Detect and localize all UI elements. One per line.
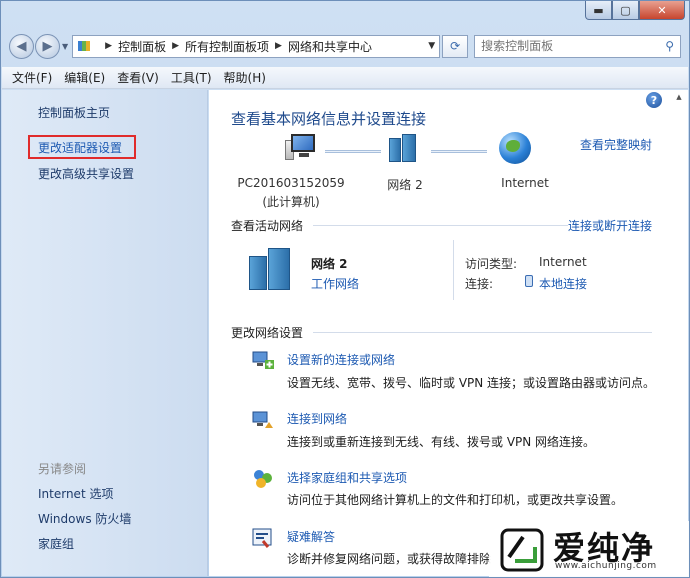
control-panel-icon [77, 39, 93, 53]
menu-tools[interactable]: 工具(T) [171, 69, 212, 86]
access-type-value: Internet [539, 255, 587, 269]
watermark-url: www.aichunjing.com [555, 561, 657, 571]
sidebar-item-advanced-sharing[interactable]: 更改高级共享设置 [38, 165, 134, 182]
task-connect-network-desc: 连接到或重新连接到无线、有线、拨号或 VPN 网络连接。 [287, 435, 596, 449]
task-troubleshoot-link[interactable]: 疑难解答 [287, 528, 335, 545]
view-full-map-link[interactable]: 查看完整映射 [580, 136, 652, 153]
breadcrumb-arrow-icon[interactable]: ▶ [172, 41, 179, 51]
connect-network-icon [252, 411, 273, 428]
maximize-button[interactable]: ▢ [612, 1, 639, 20]
computer-name-label: PC201603152059 [237, 176, 345, 190]
local-connection-link[interactable]: 本地连接 [539, 275, 587, 292]
address-dropdown-icon[interactable]: ▼ [428, 41, 435, 51]
computer-sub-label: (此计算机) [262, 195, 320, 209]
refresh-button[interactable]: ⟳ [442, 34, 469, 58]
address-bar[interactable]: ▶ 控制面板 ▶ 所有控制面板项 ▶ 网络和共享中心 ▼ [72, 34, 441, 58]
homegroup-icon [254, 470, 272, 488]
menu-view[interactable]: 查看(V) [117, 69, 159, 86]
active-network-name: 网络 2 [311, 257, 348, 271]
see-also-internet-options[interactable]: Internet 选项 [38, 485, 113, 502]
page-title: 查看基本网络信息并设置连接 [231, 110, 427, 128]
search-box[interactable]: ⚲ [474, 34, 681, 58]
task-homegroup-desc: 访问位于其他网络计算机上的文件和打印机，或更改共享设置。 [287, 493, 624, 507]
vertical-divider [453, 240, 454, 300]
sidebar: 控制面板主页 更改适配器设置 更改高级共享设置 另请参阅 Internet 选项… [2, 90, 208, 576]
breadcrumb-control-panel[interactable]: 控制面板 [118, 38, 166, 55]
scroll-up-arrow-icon[interactable]: ▲ [672, 90, 686, 104]
see-also-heading: 另请参阅 [38, 462, 87, 476]
breadcrumb-arrow-icon[interactable]: ▶ [275, 41, 282, 51]
connect-disconnect-link[interactable]: 连接或断开连接 [568, 217, 652, 234]
search-icon[interactable]: ⚲ [665, 39, 674, 53]
back-button[interactable]: ◀ [9, 33, 34, 59]
change-settings-heading: 更改网络设置 [231, 326, 304, 340]
breadcrumb-network-center[interactable]: 网络和共享中心 [288, 38, 372, 55]
watermark-logo-icon [500, 528, 544, 572]
ethernet-connection-icon [525, 275, 533, 287]
internet-label: Internet [501, 176, 549, 190]
computer-icon [285, 132, 315, 162]
network-label: 网络 2 [387, 178, 423, 192]
main-content: ▲ ? 查看基本网络信息并设置连接 查看完整映射 PC201603152059 … [209, 90, 688, 576]
task-setup-new-connection-desc: 设置无线、宽带、拨号、临时或 VPN 连接；或设置路由器或访问点。 [287, 376, 656, 390]
navigation-bar: ◀ ▶ ▼ ▶ 控制面板 ▶ 所有控制面板项 ▶ 网络和共享中心 ▼ ⟳ ⚲ [9, 29, 681, 63]
breadcrumb-arrow-icon[interactable]: ▶ [105, 41, 112, 51]
network-icon [389, 134, 419, 162]
troubleshoot-icon [252, 528, 272, 548]
recent-pages-dropdown-icon[interactable]: ▼ [62, 42, 68, 51]
search-input[interactable] [481, 39, 666, 53]
map-connector-line [325, 150, 381, 153]
window-caption-buttons: ▬ ▢ ✕ [585, 1, 685, 21]
menu-edit[interactable]: 编辑(E) [64, 69, 105, 86]
task-homegroup-link[interactable]: 选择家庭组和共享选项 [287, 469, 407, 486]
section-divider [313, 225, 568, 226]
task-troubleshoot-desc: 诊断并修复网络问题，或获得故障排除 [287, 552, 492, 566]
sidebar-control-panel-home[interactable]: 控制面板主页 [38, 104, 110, 121]
map-connector-line [431, 150, 487, 153]
watermark: 爱纯净 www.aichunjing.com [489, 521, 689, 577]
menu-help[interactable]: 帮助(H) [224, 69, 266, 86]
help-icon[interactable]: ? [646, 92, 662, 108]
sidebar-item-change-adapter-settings[interactable]: 更改适配器设置 [38, 139, 122, 156]
refresh-icon: ⟳ [450, 39, 461, 53]
task-connect-network-link[interactable]: 连接到网络 [287, 410, 347, 427]
menu-bar: 文件(F) 编辑(E) 查看(V) 工具(T) 帮助(H) [2, 67, 688, 89]
menu-file[interactable]: 文件(F) [12, 69, 52, 86]
new-connection-icon [252, 351, 274, 369]
control-panel-window: ▬ ▢ ✕ ◀ ▶ ▼ ▶ 控制面板 ▶ 所有控制面板项 ▶ 网络和共享中心 ▼… [0, 0, 690, 578]
see-also-homegroup[interactable]: 家庭组 [38, 535, 74, 552]
access-type-label: 访问类型: [465, 257, 518, 271]
forward-button[interactable]: ▶ [35, 33, 60, 59]
internet-globe-icon [499, 132, 531, 164]
network-type-link[interactable]: 工作网络 [311, 275, 359, 292]
task-setup-new-connection-link[interactable]: 设置新的连接或网络 [287, 351, 395, 368]
breadcrumb-all-items[interactable]: 所有控制面板项 [185, 38, 269, 55]
connection-label: 连接: [465, 277, 494, 291]
active-network-icon[interactable] [249, 246, 295, 290]
section-divider [313, 332, 652, 333]
active-networks-heading: 查看活动网络 [231, 219, 304, 233]
minimize-button[interactable]: ▬ [585, 1, 612, 20]
close-button[interactable]: ✕ [639, 1, 685, 20]
see-also-windows-firewall[interactable]: Windows 防火墙 [38, 510, 131, 527]
